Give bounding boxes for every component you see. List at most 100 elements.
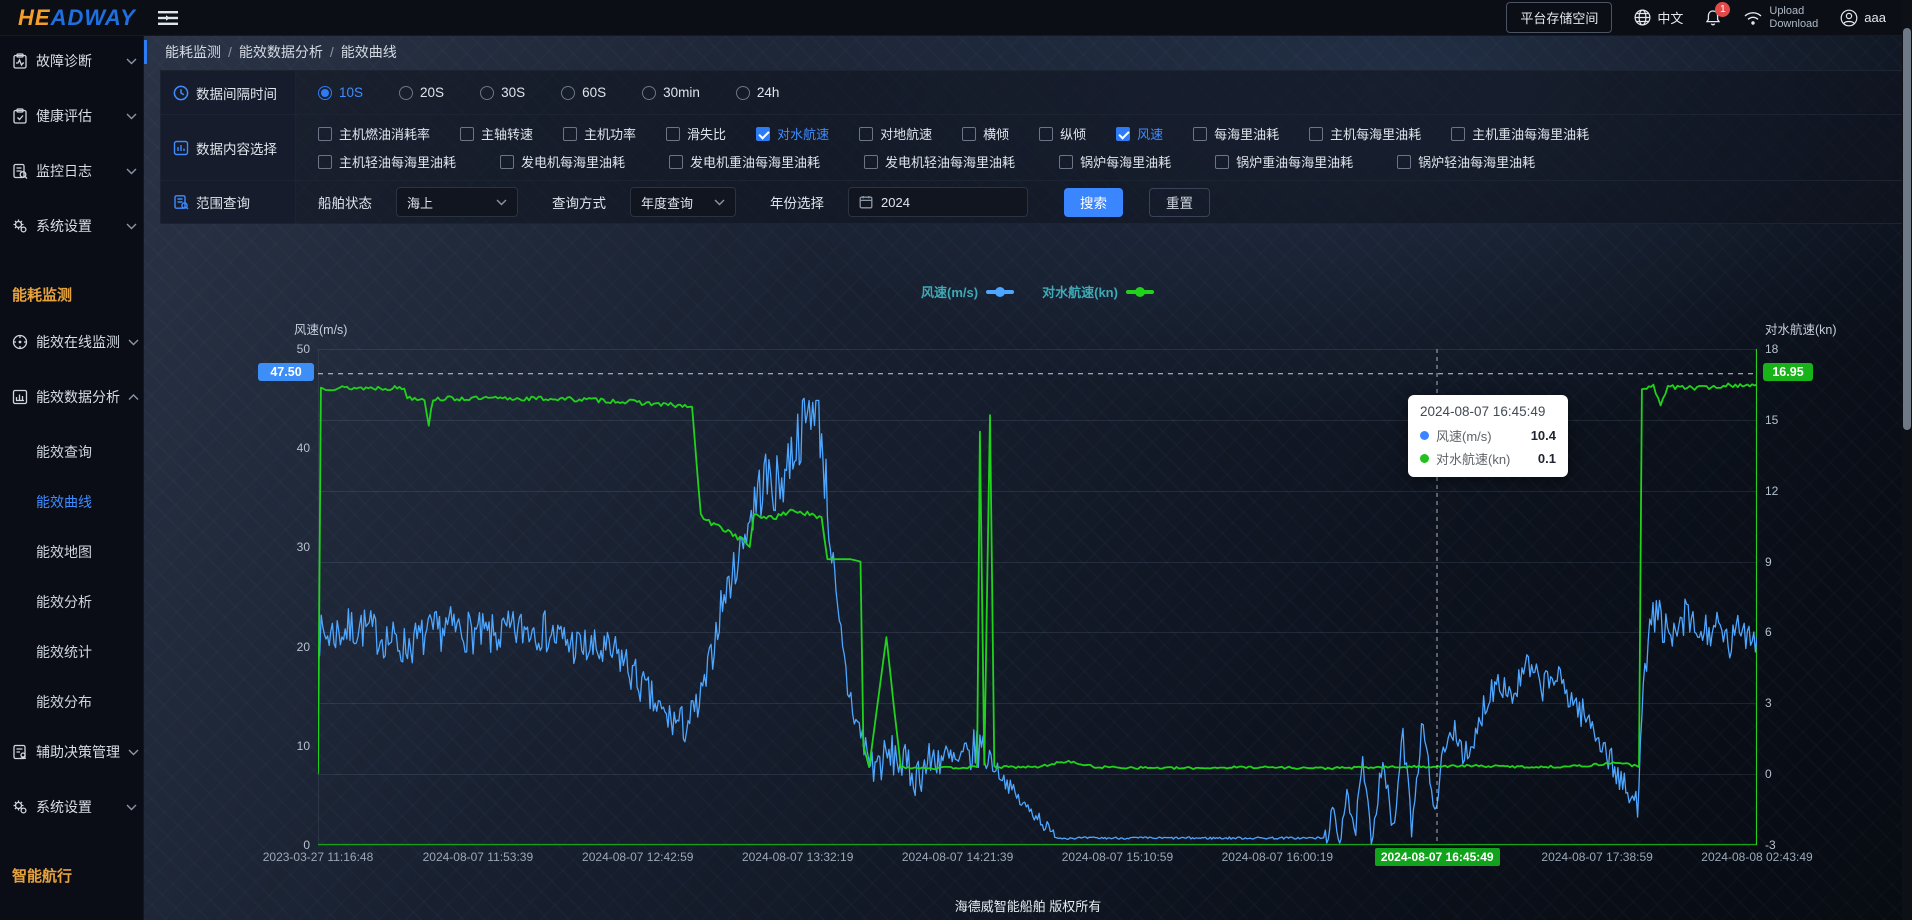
checkbox-icon [318, 155, 332, 169]
chevron-down-icon [126, 58, 137, 65]
sidebar-item-13[interactable]: 辅助决策管理 [0, 737, 143, 767]
sidebar-subitem-10[interactable]: 能效分析 [0, 587, 143, 617]
legend-item-0[interactable]: 风速(m/s) [921, 282, 1014, 301]
content-checkbox-发电机重油每海里油耗[interactable]: 发电机重油每海里油耗 [669, 152, 820, 171]
compass-icon [12, 334, 28, 351]
content-checkbox-风速[interactable]: 风速 [1116, 124, 1163, 143]
interval-radio-24h[interactable]: 24h [736, 85, 780, 100]
sidebar-item-1[interactable]: 健康评估 [0, 101, 143, 131]
chevron-down-icon [126, 168, 137, 175]
sidebar-item-0[interactable]: 故障诊断 [0, 46, 143, 76]
sidebar-subitem-11[interactable]: 能效统计 [0, 637, 143, 667]
tooltip-row-wind: 风速(m/s) 10.4 [1420, 426, 1556, 445]
chevron-down-icon [126, 804, 137, 811]
year-date-input[interactable]: 2024 [848, 187, 1028, 217]
content-checkbox-主机每海里油耗[interactable]: 主机每海里油耗 [1309, 124, 1421, 143]
content-checkbox-锅炉轻油每海里油耗[interactable]: 锅炉轻油每海里油耗 [1397, 152, 1535, 171]
interval-radio-20S[interactable]: 20S [399, 85, 444, 100]
sidebar-item-6[interactable]: 能效数据分析 [0, 382, 143, 412]
checkbox-icon [1451, 127, 1465, 141]
content-checkbox-每海里油耗[interactable]: 每海里油耗 [1193, 124, 1279, 143]
sidebar-section-15: 智能航行 [0, 862, 143, 892]
content-checkbox-发电机每海里油耗[interactable]: 发电机每海里油耗 [500, 152, 625, 171]
checkbox-icon [859, 127, 873, 141]
upload-download-button[interactable]: UploadDownload [1743, 5, 1818, 31]
language-switch[interactable]: 中文 [1634, 8, 1683, 27]
bar-chart-icon [12, 389, 28, 406]
content-checkbox-主机功率[interactable]: 主机功率 [563, 124, 636, 143]
checkbox-icon [666, 127, 680, 141]
page-scrollbar[interactable] [1902, 0, 1912, 920]
range-row-label: 范围查询 [161, 181, 296, 223]
content-row-label: 数据内容选择 [161, 115, 296, 180]
breadcrumb-item-1[interactable]: 能效数据分析 [239, 44, 323, 60]
language-label: 中文 [1657, 8, 1683, 27]
interval-radio-30min[interactable]: 30min [642, 85, 700, 100]
username-label: aaa [1864, 10, 1886, 25]
doc-search-icon [12, 163, 28, 180]
sidebar-item-14[interactable]: 系统设置 [0, 792, 143, 822]
filter-panel: 数据间隔时间 10S 20S 30S 60S 30min 24h 数据内容选择 主机燃油消… [160, 70, 1904, 224]
content-checkbox-滑失比[interactable]: 滑失比 [666, 124, 726, 143]
chevron-down-icon [128, 339, 139, 346]
content-checkbox-主机重油每海里油耗[interactable]: 主机重油每海里油耗 [1451, 124, 1589, 143]
content-checkbox-纵倾[interactable]: 纵倾 [1039, 124, 1086, 143]
x-axis-label: 2024-08-07 11:53:39 [393, 850, 563, 864]
header-actions: 平台存储空间 中文 1 UploadDownload aaa [1506, 2, 1912, 33]
tooltip-timestamp: 2024-08-07 16:45:49 [1420, 404, 1556, 419]
user-menu[interactable]: aaa [1840, 9, 1886, 27]
sidebar-nav: 故障诊断健康评估监控日志系统设置能耗监测能效在线监测能效数据分析能效查询能效曲线… [0, 36, 144, 920]
sidebar-section-4: 能耗监测 [0, 281, 143, 311]
content-checkbox-锅炉每海里油耗[interactable]: 锅炉每海里油耗 [1059, 152, 1171, 171]
interval-radio-60S[interactable]: 60S [561, 85, 606, 100]
query-mode-select[interactable]: 年度查询 [630, 187, 736, 217]
x-axis-label: 2023-03-27 11:16:48 [233, 850, 403, 864]
radio-icon [561, 86, 575, 100]
reset-button[interactable]: 重置 [1149, 188, 1210, 217]
ship-status-select[interactable]: 海上 [396, 187, 518, 217]
sidebar-item-2[interactable]: 监控日志 [0, 156, 143, 186]
hamburger-menu-icon[interactable] [158, 10, 178, 26]
clock-icon [173, 85, 189, 101]
sidebar-subitem-12[interactable]: 能效分布 [0, 687, 143, 717]
content-checkbox-锅炉重油每海里油耗[interactable]: 锅炉重油每海里油耗 [1215, 152, 1353, 171]
sidebar-subitem-9[interactable]: 能效地图 [0, 537, 143, 567]
sidebar-item-3[interactable]: 系统设置 [0, 211, 143, 241]
checkbox-icon [756, 127, 770, 141]
content-checkbox-对水航速[interactable]: 对水航速 [756, 124, 829, 143]
sidebar-item-5[interactable]: 能效在线监测 [0, 327, 143, 357]
sidebar-subitem-7[interactable]: 能效查询 [0, 437, 143, 467]
logo-text-blue: ADWAY [51, 5, 136, 30]
content-checkbox-主机轻油每海里油耗[interactable]: 主机轻油每海里油耗 [318, 152, 456, 171]
checkbox-icon [962, 127, 976, 141]
notifications-button[interactable]: 1 [1705, 9, 1721, 27]
interval-options: 10S 20S 30S 60S 30min 24h [296, 71, 1903, 114]
content-checkbox-主机燃油消耗率[interactable]: 主机燃油消耗率 [318, 124, 430, 143]
sidebar-subitem-8[interactable]: 能效曲线 [0, 487, 143, 517]
content-checkbox-横倾[interactable]: 横倾 [962, 124, 1009, 143]
interval-radio-10S[interactable]: 10S [318, 85, 363, 100]
legend-item-1[interactable]: 对水航速(kn) [1042, 282, 1154, 301]
search-button[interactable]: 搜索 [1064, 188, 1123, 217]
breadcrumb-item-0[interactable]: 能耗监测 [165, 44, 221, 60]
interval-row-label: 数据间隔时间 [161, 71, 296, 114]
tooltip-row-speed: 对水航速(kn) 0.1 [1420, 449, 1556, 468]
content-checkbox-主轴转速[interactable]: 主轴转速 [460, 124, 533, 143]
breadcrumb-item-2[interactable]: 能效曲线 [341, 44, 397, 60]
user-icon [1840, 9, 1858, 27]
x-axis-label: 2024-08-07 12:42:59 [553, 850, 723, 864]
checkbox-icon [1116, 127, 1130, 141]
checkbox-icon [563, 127, 577, 141]
left-axis-tick: 50 [244, 342, 310, 356]
platform-storage-button[interactable]: 平台存储空间 [1506, 2, 1612, 33]
checkbox-icon [318, 127, 332, 141]
interval-radio-30S[interactable]: 30S [480, 85, 525, 100]
left-axis-tick: 10 [244, 739, 310, 753]
right-axis-tick: 6 [1765, 625, 1772, 639]
checkbox-icon [1309, 127, 1323, 141]
content-checkbox-发电机轻油每海里油耗[interactable]: 发电机轻油每海里油耗 [864, 152, 1015, 171]
content-checkbox-对地航速[interactable]: 对地航速 [859, 124, 932, 143]
doc-query-icon [173, 194, 189, 210]
x-axis-label: 2024-08-07 16:00:19 [1192, 850, 1362, 864]
scrollbar-thumb[interactable] [1903, 28, 1911, 430]
